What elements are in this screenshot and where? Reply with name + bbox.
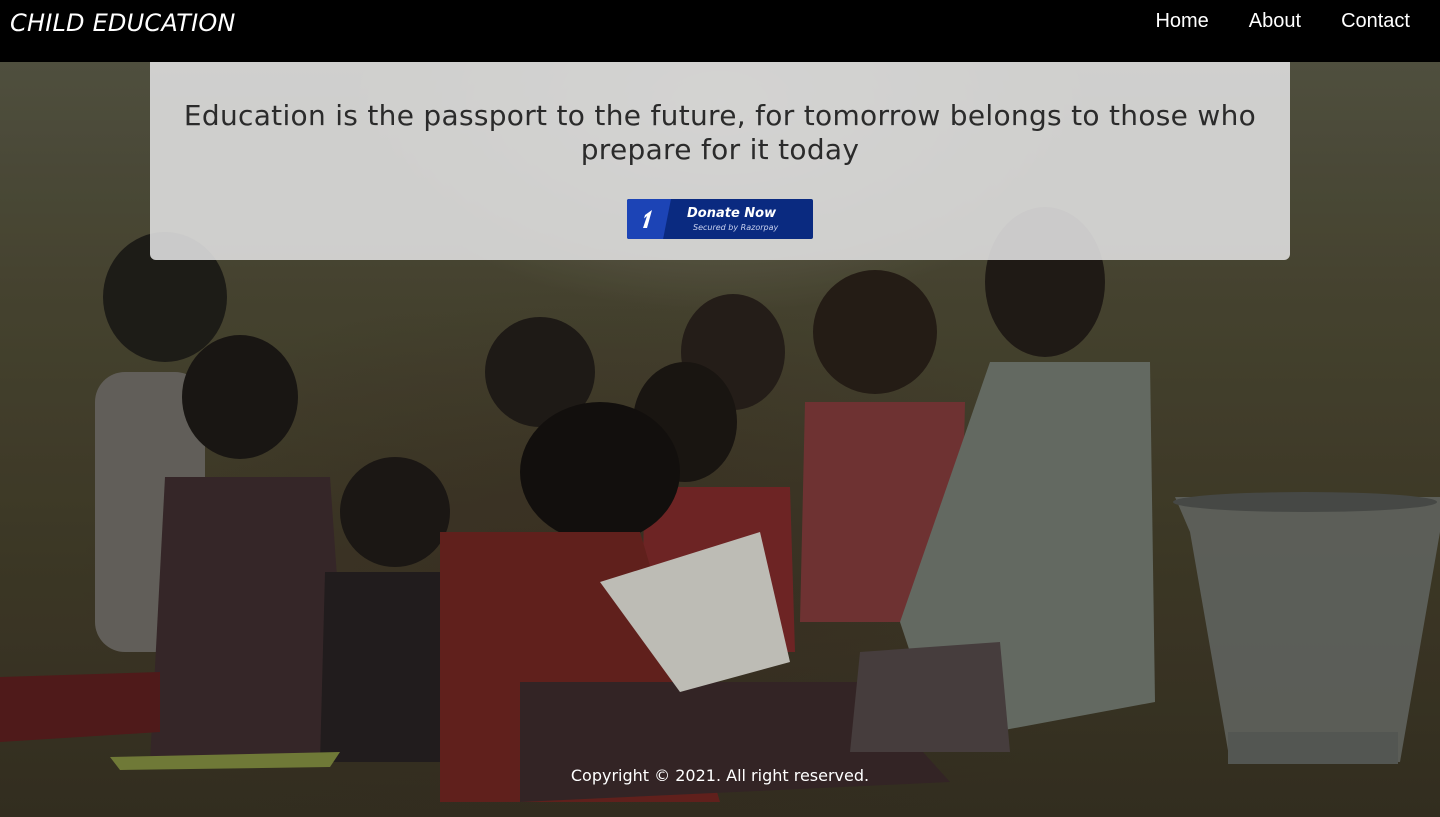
quote-card: Education is the passport to the future,… (150, 62, 1290, 260)
donate-secured-label: Secured by Razorpay (693, 223, 779, 232)
education-quote: Education is the passport to the future,… (183, 99, 1257, 166)
nav-link-contact[interactable]: Contact (1341, 10, 1410, 33)
nav-link-home[interactable]: Home (1155, 10, 1208, 33)
main-navigation: Home About Contact (1155, 10, 1410, 33)
copyright-text: Copyright © 2021. All right reserved. (570, 766, 870, 785)
razorpay-icon (643, 210, 652, 228)
donate-now-label: Donate Now (687, 206, 777, 221)
site-brand-title[interactable]: CHILD EDUCATION (10, 9, 236, 37)
donate-now-button[interactable]: Donate Now Secured by Razorpay (627, 199, 813, 239)
nav-link-about[interactable]: About (1249, 10, 1301, 33)
razorpay-logo-container (627, 199, 671, 239)
site-header: CHILD EDUCATION Home About Contact (0, 0, 1440, 62)
site-footer: Copyright © 2021. All right reserved. (0, 766, 1440, 785)
